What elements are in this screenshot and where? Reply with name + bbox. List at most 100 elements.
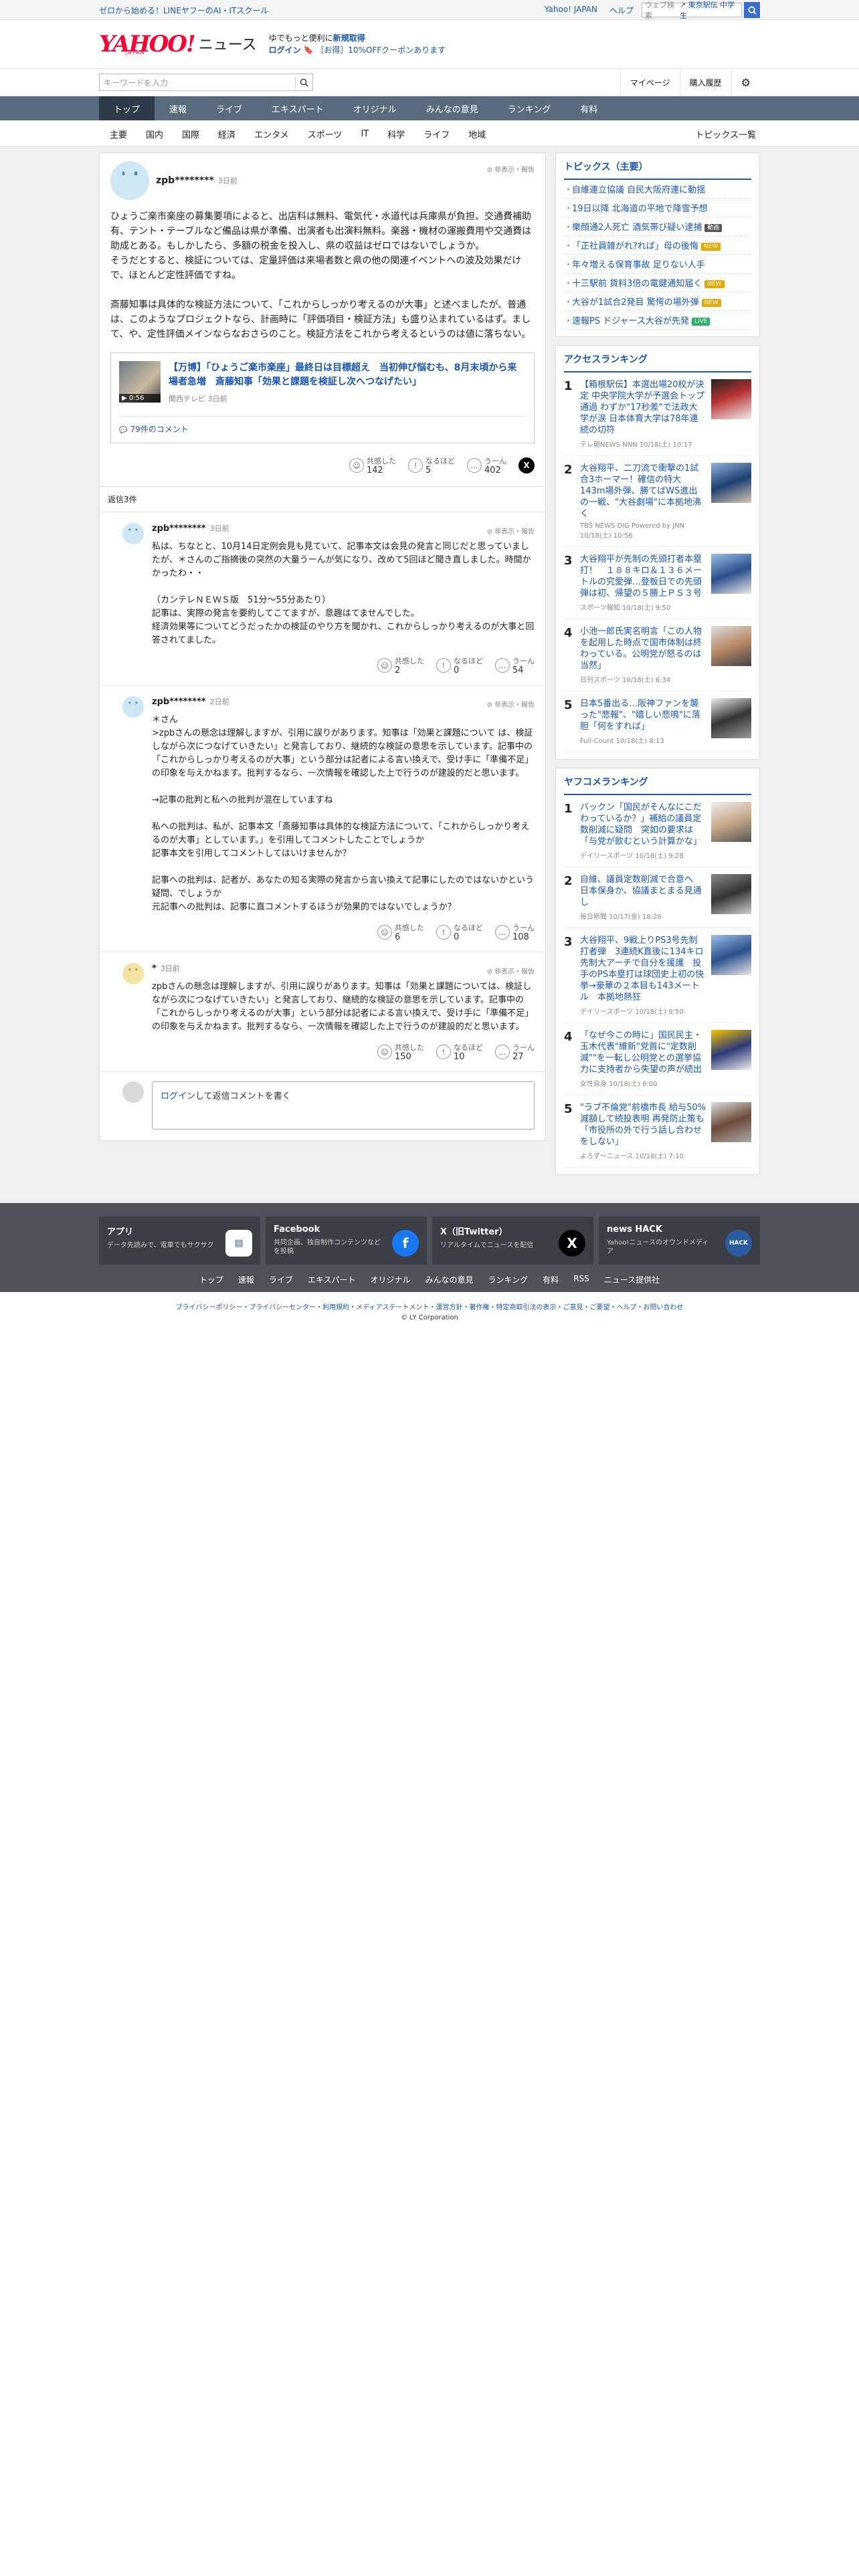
ranking-item[interactable]: 2 自維、議員定数削減で合意へ 日本保身か、協議まとまる見通し 毎日新聞 10/17… bbox=[564, 867, 751, 928]
empathy-button[interactable]: ☺ 共感した 150 bbox=[377, 1042, 424, 1062]
footer-app-card[interactable]: アプリ データ先読みで、電車でもサクサク ▤ bbox=[99, 1216, 260, 1265]
footer-link[interactable]: オリジナル bbox=[371, 1274, 411, 1285]
web-search-button[interactable] bbox=[744, 2, 760, 18]
nav-ranking[interactable]: ランキング bbox=[493, 96, 566, 120]
nav-opinions[interactable]: みんなの意見 bbox=[411, 96, 493, 120]
footer-link[interactable]: みんなの意見 bbox=[425, 1274, 474, 1285]
ranking-title[interactable]: 大谷翔平が先制の先頭打者本塁打！ １８８キロ＆１３６メートルの究愛弾…登板日での… bbox=[580, 554, 706, 599]
category-main[interactable]: 主要 bbox=[99, 128, 136, 140]
ranking-thumbnail[interactable] bbox=[711, 1030, 751, 1070]
ranking-thumbnail[interactable] bbox=[711, 698, 751, 738]
comment-user[interactable]: zpb******** bbox=[156, 175, 214, 186]
login-link[interactable]: ログイン bbox=[269, 45, 301, 55]
ranking-title[interactable]: 大谷翔平、二刀流で衝撃の1試合3ホーマー！確信の特大143m場外弾、勝てばWS進… bbox=[580, 463, 706, 520]
report-link[interactable]: 非表示・報告 bbox=[487, 164, 535, 174]
footer-link[interactable]: トップ bbox=[199, 1274, 223, 1285]
footer-link[interactable]: RSS bbox=[573, 1274, 589, 1285]
ranking-title[interactable]: 小池一郎氏実名明言「この人物を起用した時点で国市体制は終わっている。公明党が怒る… bbox=[580, 626, 706, 671]
topics-list-link[interactable]: トピックス一覧 bbox=[686, 128, 760, 140]
category-business[interactable]: 経済 bbox=[209, 128, 245, 140]
footer-newshack-card[interactable]: news HACK Yahoo!ニュースのオウンドメディア HACK bbox=[599, 1216, 760, 1265]
comment-count-link[interactable]: 79件のコメント bbox=[119, 416, 526, 435]
ranking-thumbnail[interactable] bbox=[711, 802, 751, 842]
ranking-item[interactable]: 5 日本5番出る…阪神ファンを襲った"悲報"、"嬉しい悲鳴"に落胆「何をすれば」 F… bbox=[564, 691, 751, 752]
access-ranking-title[interactable]: アクセスランキング bbox=[564, 352, 751, 372]
empathy-button[interactable]: ☺ 共感した 6 bbox=[377, 922, 424, 942]
nav-paid[interactable]: 有料 bbox=[565, 96, 612, 120]
keyword-search-input[interactable]: キーワードを入力 bbox=[99, 74, 313, 91]
ranking-title[interactable]: "ラブ不倫党"前橋市長 給与50%減額して続投表明 再発防止策も「市役所の外で行… bbox=[580, 1102, 706, 1148]
ranking-thumbnail[interactable] bbox=[711, 554, 751, 594]
ranking-thumbnail[interactable] bbox=[711, 874, 751, 914]
topics-title[interactable]: トピックス（主要） bbox=[564, 160, 751, 180]
ranking-thumbnail[interactable] bbox=[711, 1102, 751, 1142]
nav-top[interactable]: トップ bbox=[99, 96, 155, 120]
avatar[interactable] bbox=[122, 523, 144, 544]
ranking-title[interactable]: 自維、議員定数削減で合意へ 日本保身か、協議まとまる見通し bbox=[580, 874, 706, 908]
hmm-button[interactable]: … うーん 54 bbox=[495, 655, 535, 675]
ranking-title[interactable]: 【箱根駅伝】本選出場20校が決定 中央学院大学が予選会トップ通過 わずか"17秒… bbox=[580, 379, 706, 436]
footer-link[interactable]: ランキング bbox=[488, 1274, 529, 1285]
footer-facebook-card[interactable]: Facebook 共同企画、独自制作コンテンツなどを投稿 f bbox=[266, 1216, 427, 1265]
ranking-item[interactable]: 1 【箱根駅伝】本選出場20校が決定 中央学院大学が予選会トップ通過 わずか"17… bbox=[564, 372, 751, 456]
topic-item[interactable]: 樂顔通2人死亡 酒気帯び疑い逮捕動画 bbox=[564, 217, 751, 236]
avatar[interactable] bbox=[110, 161, 149, 200]
footer-x-card[interactable]: X（旧Twitter） リアルタイムでニュースを配信 X bbox=[432, 1216, 593, 1265]
hmm-button[interactable]: … うーん 108 bbox=[495, 922, 535, 942]
x-share-button[interactable]: X bbox=[518, 457, 535, 473]
avatar[interactable] bbox=[122, 696, 144, 718]
topic-item[interactable]: 大谷が1試合2発目 驚愕の場外弾NEW bbox=[564, 292, 751, 311]
reply-user[interactable]: * bbox=[152, 964, 157, 974]
nav-original[interactable]: オリジナル bbox=[339, 96, 411, 120]
category-sports[interactable]: スポーツ bbox=[298, 128, 352, 140]
search-icon[interactable] bbox=[300, 78, 308, 87]
purchase-history-link[interactable]: 購入履歴 bbox=[679, 69, 731, 96]
ranking-item[interactable]: 3 大谷翔平、9戦上りPS3号先制打者弾 3連続K直後に134キロ先制大アーチで自… bbox=[564, 928, 751, 1023]
ranking-thumbnail[interactable] bbox=[711, 935, 751, 975]
nav-breaking[interactable]: 速報 bbox=[155, 96, 201, 120]
footer-link[interactable]: 速報 bbox=[238, 1274, 254, 1285]
topic-item[interactable]: 19日以降 北海道の平地で降雪予想 bbox=[564, 199, 751, 217]
ranking-thumbnail[interactable] bbox=[711, 626, 751, 666]
insight-button[interactable]: ! なるほど 5 bbox=[408, 455, 455, 475]
quoted-article[interactable]: ▶ 0:56 【万博】「ひょうご楽市楽座」最終日は目標超え 当初伸び悩むも、8月… bbox=[110, 352, 535, 443]
footer-link[interactable]: エキスパート bbox=[308, 1274, 356, 1285]
report-link[interactable]: 非表示・報告 bbox=[487, 966, 535, 976]
topic-item[interactable]: 「正社員雑がれ?れば」母の後悔NEW bbox=[564, 236, 751, 255]
reply-user[interactable]: zpb******** bbox=[152, 524, 206, 534]
ranking-item[interactable]: 3 大谷翔平が先制の先頭打者本塁打！ １８８キロ＆１３６メートルの究愛弾…登板日で… bbox=[564, 547, 751, 619]
coupon-link[interactable]: ［お得］10%OFFクーポンあります bbox=[316, 45, 446, 55]
category-it[interactable]: IT bbox=[351, 129, 378, 139]
login-link[interactable]: ログイン bbox=[161, 1091, 195, 1101]
ranking-title[interactable]: 大谷翔平、9戦上りPS3号先制打者弾 3連続K直後に134キロ先制大アーチで自分… bbox=[580, 935, 706, 1003]
empathy-button[interactable]: ☺ 共感した 2 bbox=[377, 655, 424, 675]
topic-item[interactable]: 十三駅前 貨料3倍の電鍵通知届くNEW bbox=[564, 274, 751, 292]
ranking-thumbnail[interactable] bbox=[711, 463, 751, 503]
article-title[interactable]: 【万博】「ひょうご楽市楽座」最終日は目標超え 当初伸び悩むも、8月末頃から来場者… bbox=[169, 361, 526, 389]
topic-item[interactable]: 年々増える保育事故 足りない人手 bbox=[564, 255, 751, 274]
category-local[interactable]: 地域 bbox=[459, 128, 495, 140]
help-link[interactable]: ヘルプ bbox=[609, 5, 634, 16]
nav-expert[interactable]: エキスパート bbox=[257, 96, 339, 120]
footer-link[interactable]: ライブ bbox=[269, 1274, 293, 1285]
category-world[interactable]: 国際 bbox=[173, 128, 209, 140]
reply-user[interactable]: zpb******** bbox=[152, 697, 206, 707]
search-suggest[interactable]: ↗ 東京駅伝 中学生 bbox=[680, 0, 739, 21]
ranking-title[interactable]: 「なぜ今この時に」国民民主・玉木代表"維新"党首に"定数削減""を一転し公明党と… bbox=[580, 1030, 706, 1075]
ranking-item[interactable]: 1 バックン「国民がそんなにこだわっているか？」補給の議員定数削減に疑問 突如の要… bbox=[564, 795, 751, 867]
ranking-item[interactable]: 4 「なぜ今この時に」国民民主・玉木代表"維新"党首に"定数削減""を一転し公明党… bbox=[564, 1023, 751, 1095]
policy-links[interactable]: プライバシーポリシー・プライバシーセンター・利用規約・メディアステートメント・運… bbox=[0, 1301, 859, 1311]
ranking-item[interactable]: 5 "ラブ不倫党"前橋市長 給与50%減額して続投表明 再発防止策も「市役所の外で… bbox=[564, 1095, 751, 1168]
signup-link[interactable]: 新規取得 bbox=[333, 33, 365, 43]
ranking-title[interactable]: バックン「国民がそんなにこだわっているか？」補給の議員定数削減に疑問 突如の要求… bbox=[580, 802, 706, 847]
category-life[interactable]: ライフ bbox=[414, 128, 459, 140]
footer-link[interactable]: ニュース提供社 bbox=[604, 1274, 660, 1285]
footer-link[interactable]: 有料 bbox=[543, 1274, 559, 1285]
nav-live[interactable]: ライブ bbox=[201, 96, 257, 120]
report-link[interactable]: 非表示・報告 bbox=[487, 526, 535, 536]
ranking-item[interactable]: 2 大谷翔平、二刀流で衝撃の1試合3ホーマー！確信の特大143m場外弾、勝てばWS… bbox=[564, 456, 751, 547]
category-domestic[interactable]: 国内 bbox=[136, 128, 173, 140]
insight-button[interactable]: ! なるほど 0 bbox=[436, 922, 483, 942]
web-search-input[interactable]: ウェブ検索 ↗ 東京駅伝 中学生 bbox=[642, 1, 742, 20]
topic-item[interactable]: 速報PS ドジャース大谷が先発LIVE bbox=[564, 311, 751, 330]
